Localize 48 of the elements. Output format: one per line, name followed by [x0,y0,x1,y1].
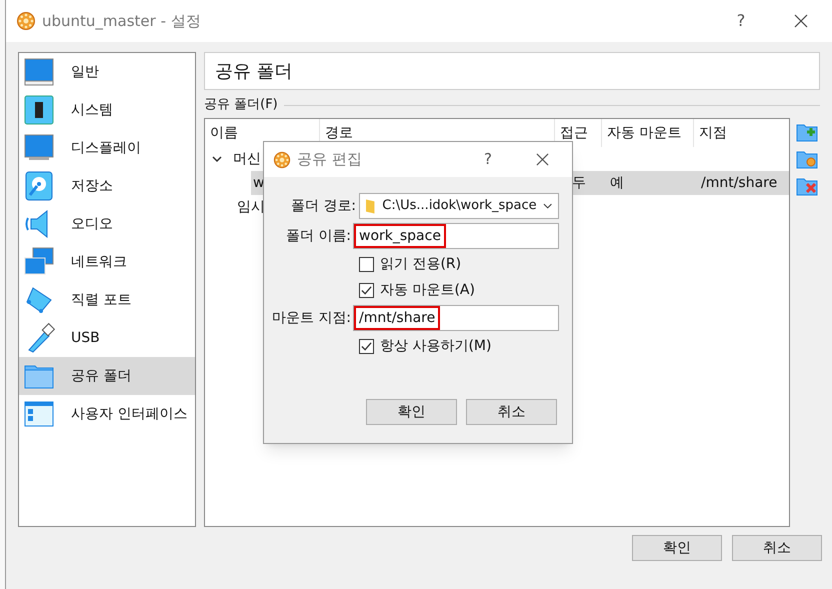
dialog-button[interactable]: 취소 [466,399,557,425]
column-header[interactable]: 지점 [694,119,789,147]
input-field[interactable]: work_space [353,223,559,249]
dialog-title: 공유 편집 [297,149,362,170]
table-cell-text: 두 [572,174,587,192]
input-field[interactable]: /mnt/share [353,305,559,331]
dialog-button[interactable]: 확인 [366,399,457,425]
gear-icon [16,11,36,31]
close-icon[interactable] [794,14,808,28]
chevron-down-icon [542,201,552,211]
field-label: 폴더 이름: [284,226,352,246]
dialog-button[interactable]: 확인 [632,535,722,561]
sidebar-item[interactable]: USB [19,319,195,357]
checkbox-label: 읽기 전용(R) [380,254,462,274]
sidebar-item[interactable]: 공유 폴더 [19,357,195,395]
dialog-button[interactable]: 취소 [732,535,822,561]
page-title: 공유 폴더 [204,52,820,90]
sidebar-item[interactable]: 일반 [19,53,195,91]
field-value: work_space [354,224,446,248]
help-button[interactable]: ? [478,148,498,171]
monitor-icon [23,56,55,88]
table-cell-text: 예 [609,174,625,192]
table-cell-text: /mnt/share [700,174,778,192]
checkbox[interactable] [359,282,374,298]
checkbox[interactable] [359,256,374,272]
group-label: 공유 폴더(F) [204,96,278,114]
sidebar-item[interactable]: 직렬 포트 [19,281,195,319]
folder-path-dropdown[interactable]: C:\Us...idok\work_space [359,193,559,219]
window-title: ubuntu_master - 설정 [42,10,201,32]
checkbox[interactable] [359,338,374,354]
field-label: 마운트 지점: [270,308,352,328]
sidebar-item[interactable]: 저장소 [19,167,195,205]
sidebar-item[interactable]: 시스템 [19,91,195,129]
sidebar-item[interactable]: 사용자 인터페이스 [19,395,195,433]
checkbox-label: 자동 마운트(A) [380,280,475,300]
folder-icon [366,198,376,214]
field-label: 폴더 경로: [290,196,357,216]
table-cell-text: w [252,174,266,192]
sidebar-item[interactable]: 오디오 [19,205,195,243]
gear-icon [273,150,291,168]
close-icon[interactable] [536,153,549,166]
chip-icon [23,94,55,126]
column-header[interactable]: 자동 마운트 [602,119,694,147]
sidebar-item[interactable]: 네트워크 [19,243,195,281]
field-value: /mnt/share [354,306,440,330]
help-button[interactable]: ? [726,9,756,33]
sidebar-item[interactable]: 디스플레이 [19,129,195,167]
checkbox-label: 항상 사용하기(M) [380,336,492,356]
